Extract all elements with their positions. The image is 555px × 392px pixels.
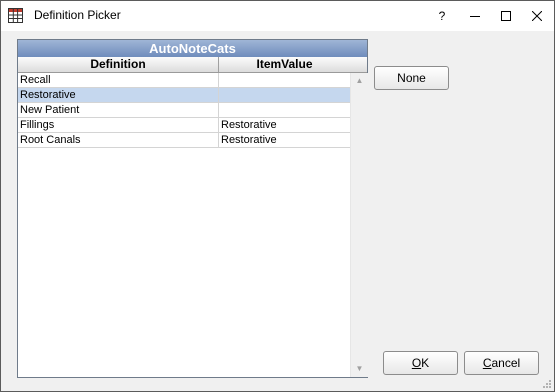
table-row[interactable]: Recall xyxy=(18,73,350,88)
vertical-scrollbar[interactable]: ▲ ▼ xyxy=(350,73,368,377)
itemvalue-cell: Restorative xyxy=(221,119,277,131)
help-button[interactable]: ? xyxy=(426,1,458,31)
grid-header: Definition ItemValue xyxy=(18,57,367,73)
ok-button[interactable]: OK xyxy=(383,351,458,375)
table-row-selected[interactable]: Restorative xyxy=(18,88,350,103)
maximize-icon xyxy=(501,11,511,21)
none-button[interactable]: None xyxy=(374,66,449,90)
definition-cell: Recall xyxy=(18,73,219,87)
definition-picker-window: Definition Picker ? AutoNoteCats Definit… xyxy=(0,0,555,392)
table-row[interactable]: Fillings Restorative xyxy=(18,118,350,133)
itemvalue-cell xyxy=(219,103,349,117)
close-button[interactable] xyxy=(521,1,553,31)
grid-title: AutoNoteCats xyxy=(18,40,367,57)
definition-cell: Fillings xyxy=(18,118,219,132)
table-row[interactable]: New Patient xyxy=(18,103,350,118)
definition-cell: New Patient xyxy=(18,103,219,117)
scroll-down-icon[interactable]: ▼ xyxy=(351,361,368,377)
autonotecats-grid: AutoNoteCats Definition ItemValue Recall… xyxy=(17,39,368,378)
title-bar[interactable]: Definition Picker ? xyxy=(1,1,554,31)
cancel-label-rest: ancel xyxy=(491,356,521,370)
column-header-definition[interactable]: Definition xyxy=(18,57,219,72)
close-icon xyxy=(532,11,542,21)
minimize-button[interactable] xyxy=(459,1,491,31)
itemvalue-cell xyxy=(219,88,349,102)
column-header-itemvalue[interactable]: ItemValue xyxy=(219,57,350,72)
cancel-button[interactable]: Cancel xyxy=(464,351,539,375)
itemvalue-cell xyxy=(219,73,349,87)
resize-grip-icon[interactable] xyxy=(542,379,552,389)
grid-rows: Recall Restorative New Patient Fillings … xyxy=(18,73,350,148)
dialog-content: AutoNoteCats Definition ItemValue Recall… xyxy=(1,31,554,391)
scroll-up-icon[interactable]: ▲ xyxy=(351,73,368,89)
definition-cell: Root Canals xyxy=(18,133,219,147)
ok-label-rest: K xyxy=(421,356,430,370)
maximize-button[interactable] xyxy=(490,1,522,31)
minimize-icon xyxy=(470,16,480,17)
definition-cell: Restorative xyxy=(18,88,219,102)
app-grid-icon xyxy=(8,8,23,23)
ok-mnemonic: O xyxy=(411,356,422,370)
table-row[interactable]: Root Canals Restorative xyxy=(18,133,350,148)
itemvalue-cell: Restorative xyxy=(221,134,277,146)
window-title: Definition Picker xyxy=(34,8,121,22)
